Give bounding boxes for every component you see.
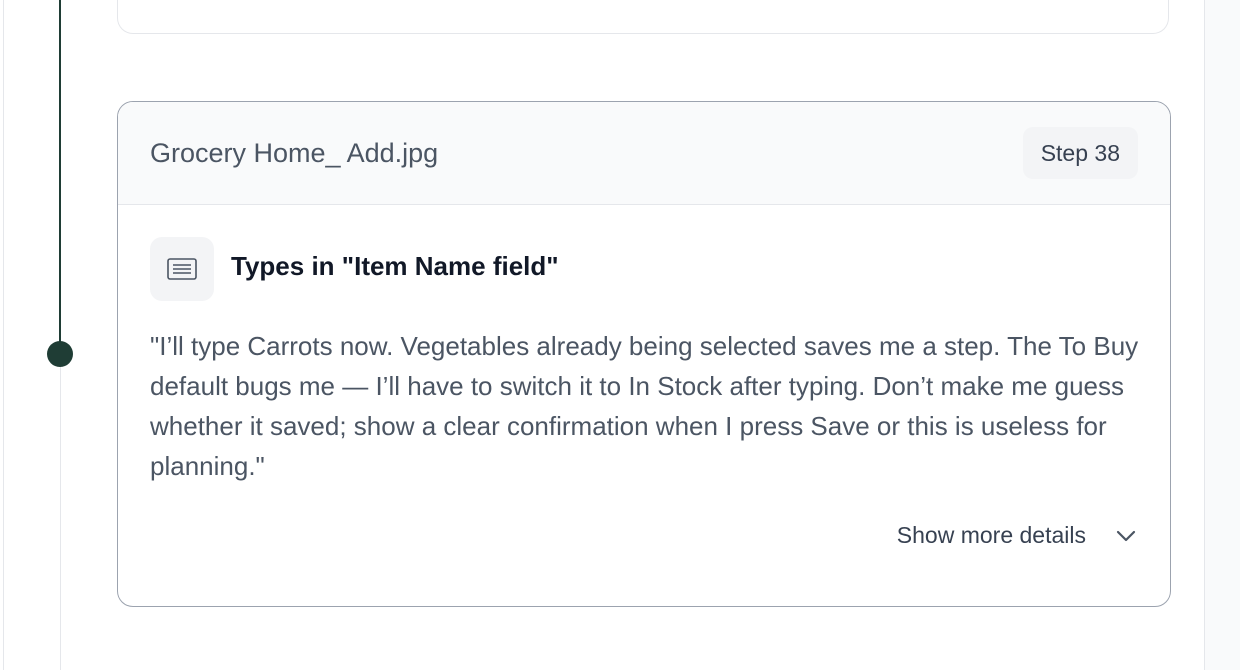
screenshot-filename: Grocery Home_ Add.jpg	[150, 138, 439, 168]
right-gutter	[1205, 0, 1240, 670]
step-card: Grocery Home_ Add.jpg Step 38 Types in "…	[117, 101, 1171, 607]
action-title: Types in "Item Name field"	[231, 251, 559, 281]
timeline-line-completed	[59, 0, 61, 354]
previous-step-card	[117, 0, 1169, 34]
persona-quote: "I’ll type Carrots now. Vegetables alrea…	[150, 331, 1139, 481]
page-left-border	[3, 0, 4, 670]
keyboard-icon	[150, 237, 214, 301]
step-number-badge: Step 38	[1022, 127, 1138, 179]
timeline-line-pending	[60, 354, 61, 670]
show-more-details-button[interactable]: Show more details	[897, 522, 1138, 549]
chevron-down-icon	[1114, 524, 1138, 548]
timeline-dot	[47, 341, 73, 367]
show-more-label: Show more details	[896, 522, 1086, 548]
step-card-header: Grocery Home_ Add.jpg Step 38	[118, 102, 1170, 205]
